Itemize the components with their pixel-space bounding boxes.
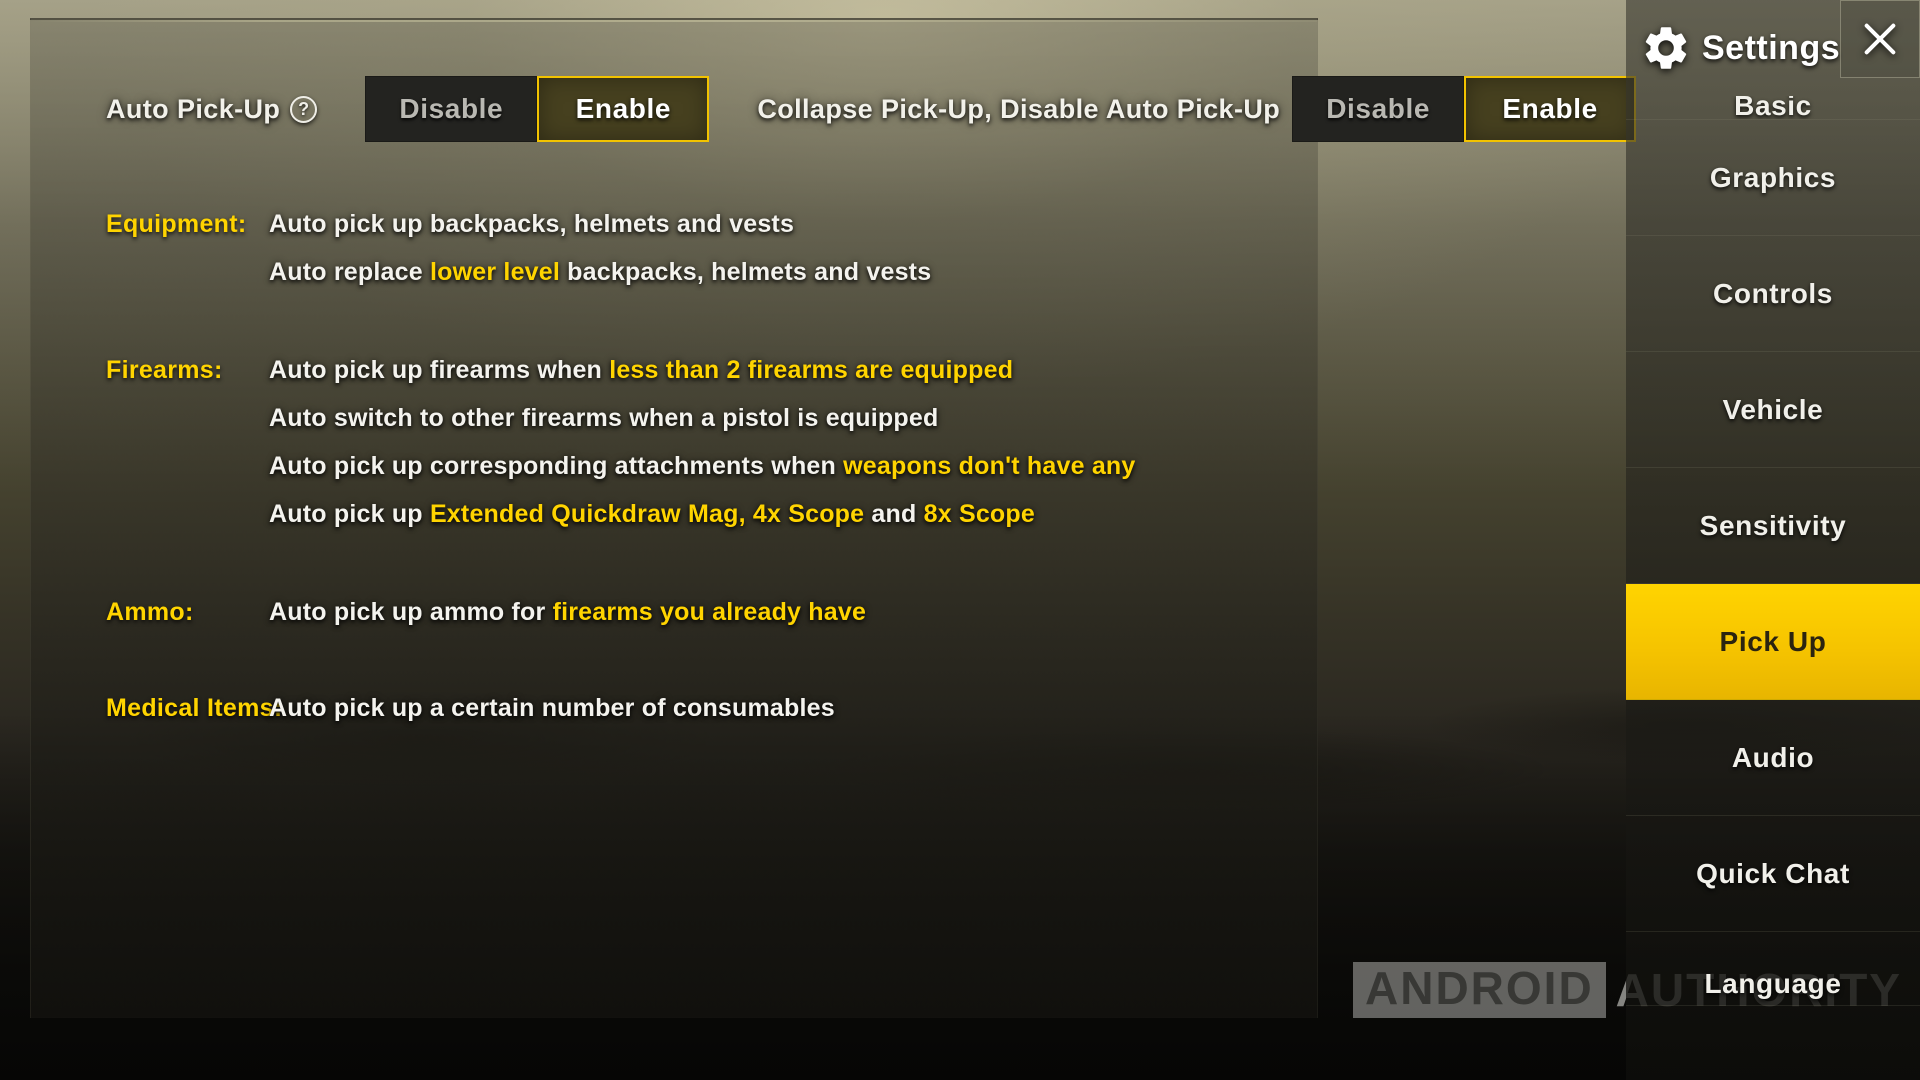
settings-sidebar: Settings Basic Graphics Controls Vehicle Sen… — [1626, 0, 1920, 1080]
toggle-row-label-text: Collapse Pick-Up, Disable Auto Pick-Up — [757, 93, 1281, 124]
description-line: Auto pick up firearms when less than 2 f… — [269, 346, 1317, 394]
sidebar-item-vehicle[interactable]: Vehicle — [1626, 352, 1920, 468]
collapse-pickup-segment-group: Disable Enable — [1292, 76, 1637, 142]
plain-text: Auto pick up ammo for — [269, 598, 553, 626]
plain-text: Auto pick up firearms when — [269, 356, 610, 384]
sidebar-item-quick-chat[interactable]: Quick Chat — [1626, 816, 1920, 932]
sidebar-item-label: Pick Up — [1719, 625, 1827, 657]
auto-pickup-enable-button[interactable]: Enable — [537, 76, 710, 142]
sidebar-item-label: Language — [1704, 967, 1842, 999]
plain-text: and — [864, 500, 924, 528]
sidebar-item-label: Audio — [1731, 741, 1815, 773]
description-line: Auto pick up backpacks, helmets and vest… — [269, 200, 1317, 248]
sidebar-item-basic[interactable]: Basic — [1626, 96, 1920, 120]
sidebar-item-label: Controls — [1713, 277, 1833, 309]
panel-top-border — [31, 20, 1317, 22]
sidebar-item-language[interactable]: Language — [1626, 932, 1920, 1006]
description-line: Auto pick up Extended Quickdraw Mag, 4x … — [269, 490, 1317, 538]
sidebar-item-audio[interactable]: Audio — [1626, 700, 1920, 816]
description-line: Auto pick up ammo for firearms you alrea… — [269, 588, 1317, 636]
highlighted-text: lower level — [429, 258, 561, 286]
description-lines: Auto pick up ammo for firearms you alrea… — [201, 588, 1317, 636]
plain-text: Auto replace — [269, 258, 430, 286]
description-group: Medical Items: Auto pick up a certain num… — [31, 684, 1317, 732]
description-line: Auto switch to other firearms when a pis… — [269, 394, 1317, 442]
pickup-description-area: Equipment: Auto pick up backpacks, helmet… — [31, 200, 1317, 732]
description-line: Auto pick up corresponding attachments w… — [269, 442, 1317, 490]
auto-pickup-label: Auto Pick-Up? — [106, 93, 318, 125]
highlighted-text: Extended Quickdraw Mag, 4x Scope — [429, 500, 865, 528]
gear-icon — [1645, 27, 1687, 69]
plain-text: Auto pick up corresponding attachments w… — [269, 452, 844, 480]
close-button[interactable] — [1840, 0, 1920, 78]
sidebar-item-graphics[interactable]: Graphics — [1626, 120, 1920, 236]
sidebar-menu-list: Basic Graphics Controls Vehicle Sensitivity P… — [1626, 96, 1920, 1080]
description-category-label: Medical Items: — [106, 694, 283, 722]
sidebar-item-label: Quick Chat — [1696, 857, 1850, 889]
auto-pickup-disable-button[interactable]: Disable — [365, 76, 538, 142]
description-group: Ammo: Auto pick up ammo for firearms you … — [31, 588, 1317, 636]
plain-text: Auto pick up — [269, 500, 430, 528]
description-line: Auto pick up a certain number of consuma… — [269, 684, 1317, 732]
highlighted-text: weapons don't have any — [843, 452, 1136, 480]
sidebar-header: Settings — [1626, 0, 1920, 96]
plain-text: Auto pick up backpacks, helmets and vest… — [269, 210, 795, 238]
plain-text: Auto pick up a certain number of consuma… — [269, 694, 835, 722]
sidebar-item-label: Basic — [1734, 96, 1812, 120]
description-lines: Auto pick up firearms when less than 2 f… — [201, 346, 1317, 538]
sidebar-item-sensitivity[interactable]: Sensitivity — [1626, 468, 1920, 584]
description-lines: Auto pick up backpacks, helmets and vest… — [201, 200, 1317, 296]
plain-text: backpacks, helmets and vests — [560, 258, 932, 286]
sidebar-item-controls[interactable]: Controls — [1626, 236, 1920, 352]
collapse-pickup-enable-button[interactable]: Enable — [1464, 76, 1637, 142]
highlighted-text: firearms you already have — [552, 598, 867, 626]
description-group: Firearms: Auto pick up firearms when less… — [31, 346, 1317, 538]
highlighted-text: less than 2 firearms are equipped — [609, 356, 1014, 384]
description-category-label: Firearms: — [106, 356, 223, 384]
auto-pickup-segment-group: Disable Enable — [365, 76, 710, 142]
toggle-row-label-text: Auto Pick-Up — [106, 93, 281, 124]
description-line: Auto replace lower level backpacks, helm… — [269, 248, 1317, 296]
description-group: Equipment: Auto pick up backpacks, helmet… — [31, 200, 1317, 296]
sidebar-item-label: Sensitivity — [1699, 509, 1847, 541]
question-mark-icon[interactable]: ? — [290, 95, 318, 123]
close-icon — [1864, 23, 1896, 55]
highlighted-text: 8x Scope — [923, 500, 1035, 528]
settings-title: Settings — [1702, 28, 1841, 67]
description-category-label: Ammo: — [106, 598, 194, 626]
plain-text: Auto switch to other firearms when a pis… — [269, 404, 939, 432]
description-lines: Auto pick up a certain number of consuma… — [201, 684, 1317, 732]
sidebar-item-label: Vehicle — [1722, 393, 1824, 425]
auto-pickup-toggle-row: Auto Pick-Up? Disable Enable Collapse Pick-… — [31, 72, 1637, 146]
sidebar-item-pick-up[interactable]: Pick Up — [1626, 584, 1920, 700]
collapse-pickup-disable-button[interactable]: Disable — [1292, 76, 1465, 142]
settings-content-panel: Auto Pick-Up? Disable Enable Collapse Pick-… — [30, 18, 1637, 1018]
sidebar-item-label: Graphics — [1709, 161, 1837, 193]
settings-screen: Auto Pick-Up? Disable Enable Collapse Pick-… — [0, 0, 1920, 1080]
collapse-pickup-label: Collapse Pick-Up, Disable Auto Pick-Up — [757, 94, 1280, 125]
description-category-label: Equipment: — [106, 210, 247, 238]
